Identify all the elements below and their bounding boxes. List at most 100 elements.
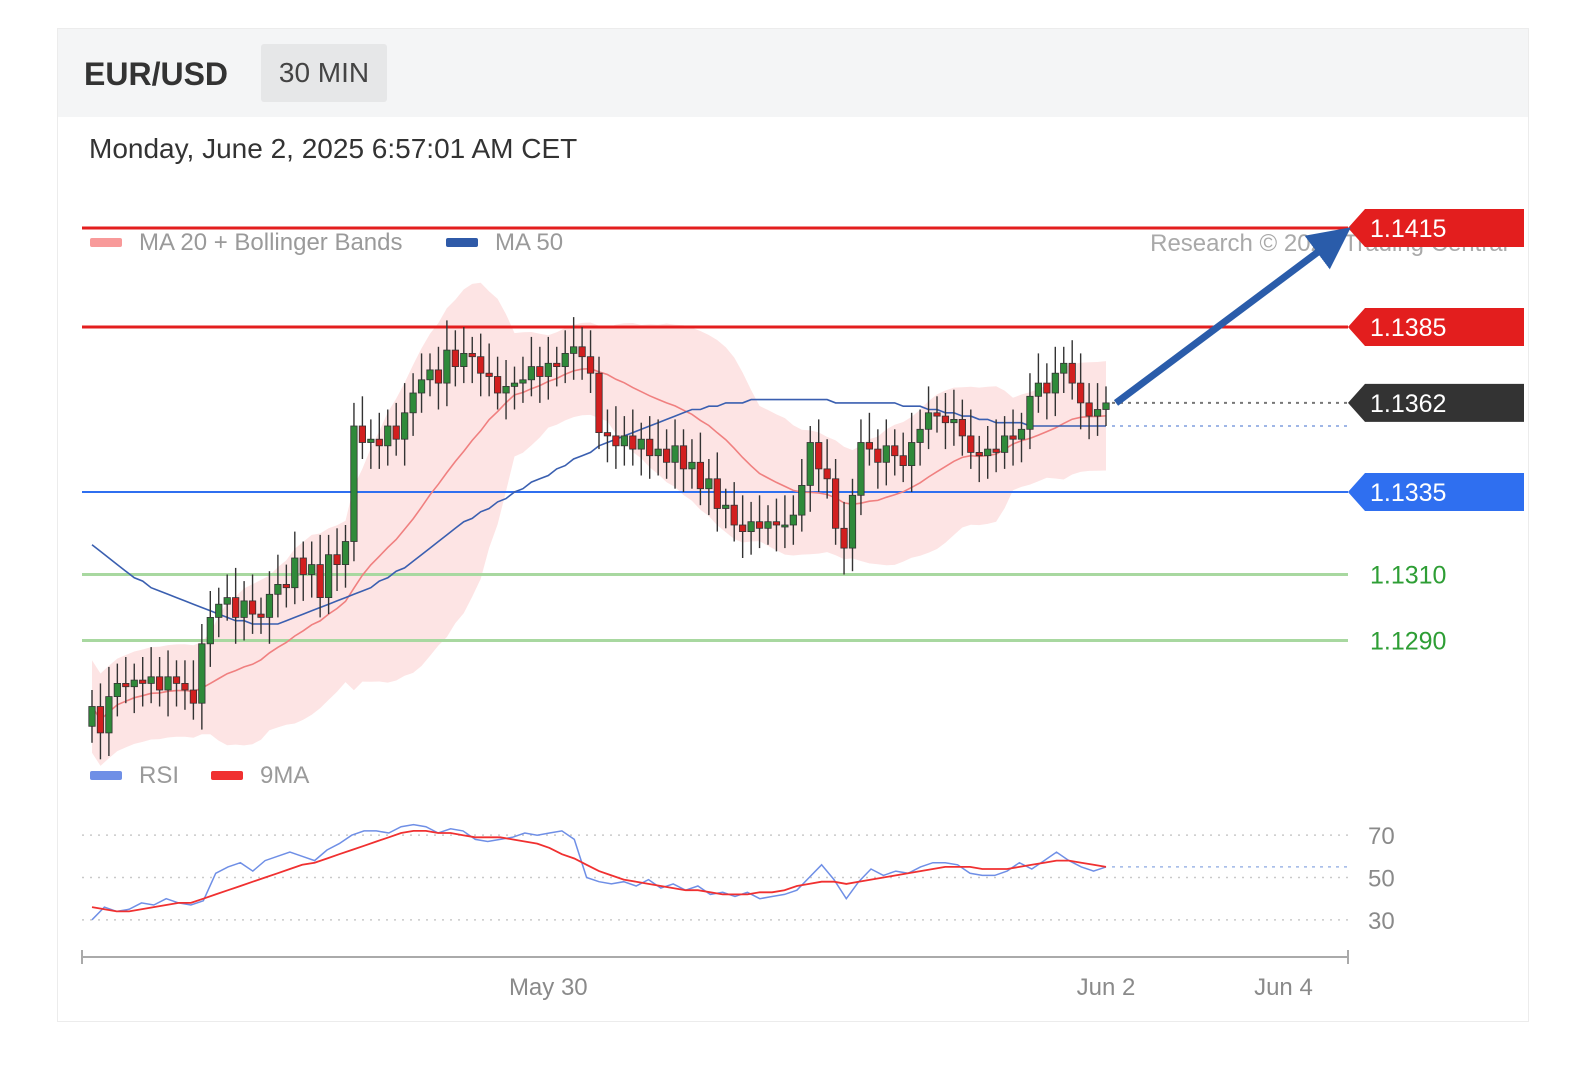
- candle-body: [189, 689, 197, 704]
- candle-body: [358, 425, 367, 443]
- chart-svg: 1.1415 1.1385 1.1362 1.1335 1.1310 1.1290 70 5…: [81, 209, 1524, 1001]
- candle-body: [1034, 382, 1043, 397]
- candle-body: [299, 557, 307, 575]
- candle-body: [908, 442, 916, 467]
- candle-body: [840, 527, 848, 549]
- candle-body: [764, 521, 772, 529]
- candle-body: [629, 435, 637, 450]
- candle-body: [1026, 395, 1034, 430]
- candle-body: [88, 706, 96, 727]
- candle-body: [274, 584, 282, 595]
- candle-body: [848, 494, 857, 549]
- candle-body: [882, 445, 890, 463]
- candle-body: [857, 442, 865, 496]
- candle-body: [198, 643, 206, 704]
- candle-body: [392, 425, 400, 440]
- candle-body: [570, 346, 578, 354]
- candle-body: [891, 445, 899, 457]
- candle-body: [341, 541, 350, 566]
- candle-body: [950, 418, 958, 424]
- candle-body: [975, 451, 983, 457]
- candle-body: [603, 432, 612, 437]
- candle-body: [130, 679, 138, 688]
- price-tag-label: 1.1362: [1370, 390, 1446, 418]
- candle-body: [755, 521, 764, 529]
- candle-body: [527, 366, 536, 381]
- candle-body: [637, 438, 645, 450]
- candle-body: [215, 603, 223, 618]
- candle-body: [477, 356, 485, 374]
- candle-body: [899, 455, 907, 467]
- candle-body: [739, 524, 747, 532]
- rsi-axis-label: 30: [1368, 908, 1395, 935]
- candle-body: [1093, 409, 1102, 417]
- candle-body: [663, 448, 671, 463]
- candle-body: [1060, 362, 1068, 374]
- rsi-ma-line: [91, 830, 1107, 913]
- candle-body: [941, 415, 950, 424]
- candle-body: [519, 379, 527, 384]
- candle-body: [798, 484, 806, 516]
- candle-body: [282, 584, 290, 589]
- candle-body: [544, 362, 552, 377]
- candle-body: [206, 617, 214, 645]
- candle-body: [316, 564, 324, 598]
- candle-body: [679, 445, 688, 470]
- candle-body: [561, 352, 569, 367]
- candle-body: [139, 679, 147, 684]
- candle-body: [654, 448, 662, 457]
- candle-body: [874, 448, 882, 463]
- candle-body: [992, 448, 1000, 453]
- candle-body: [324, 554, 333, 599]
- candle-body: [451, 349, 459, 368]
- candle-body: [984, 448, 992, 457]
- candle-body: [426, 369, 434, 381]
- candle-body: [789, 514, 797, 526]
- candle-body: [443, 349, 451, 384]
- candle-body: [367, 438, 375, 443]
- candle-body: [350, 425, 358, 542]
- candle-body: [468, 352, 476, 358]
- candle-body: [493, 376, 502, 394]
- candle-body: [502, 385, 510, 394]
- projection-arrow: [1113, 227, 1351, 406]
- candle-body: [747, 521, 755, 533]
- candle-body: [536, 366, 544, 377]
- candle-body: [485, 372, 493, 377]
- candle-body: [1001, 435, 1009, 453]
- candle-body: [815, 442, 823, 470]
- time-axis-label: May 30: [509, 974, 588, 1001]
- candle-body: [967, 435, 975, 453]
- bollinger-band: [92, 282, 1106, 766]
- rsi-line: [91, 823, 1107, 921]
- time-axis-label: Jun 2: [1077, 974, 1136, 1001]
- candle-body: [1043, 382, 1051, 394]
- candle-body: [832, 478, 840, 529]
- candle-body: [713, 478, 721, 509]
- candle-body: [933, 412, 941, 417]
- candle-body: [460, 352, 468, 367]
- candle-body: [772, 521, 781, 526]
- candle-body: [1085, 402, 1093, 417]
- candle-body: [916, 428, 924, 443]
- candle-body: [924, 412, 933, 430]
- candle-body: [156, 676, 164, 691]
- time-axis-label: Jun 4: [1254, 974, 1313, 1001]
- candle-body: [122, 683, 130, 688]
- candle-body: [257, 613, 265, 618]
- candle-body: [96, 706, 105, 734]
- candle-body: [417, 379, 426, 394]
- candle-body: [172, 676, 181, 684]
- candle-body: [730, 504, 738, 526]
- candle-body: [375, 438, 383, 447]
- candle-body: [1077, 382, 1085, 404]
- candle-body: [384, 425, 392, 447]
- candle-body: [865, 442, 874, 450]
- candle-body: [823, 468, 831, 480]
- candle-body: [958, 418, 966, 437]
- candle-body: [1009, 435, 1017, 440]
- price-tag-label: 1.1415: [1370, 215, 1446, 243]
- candle-body: [620, 435, 628, 447]
- chart-card: EUR/USD 30 MIN Monday, June 2, 2025 6:57…: [57, 28, 1529, 1022]
- candle-body: [409, 392, 417, 414]
